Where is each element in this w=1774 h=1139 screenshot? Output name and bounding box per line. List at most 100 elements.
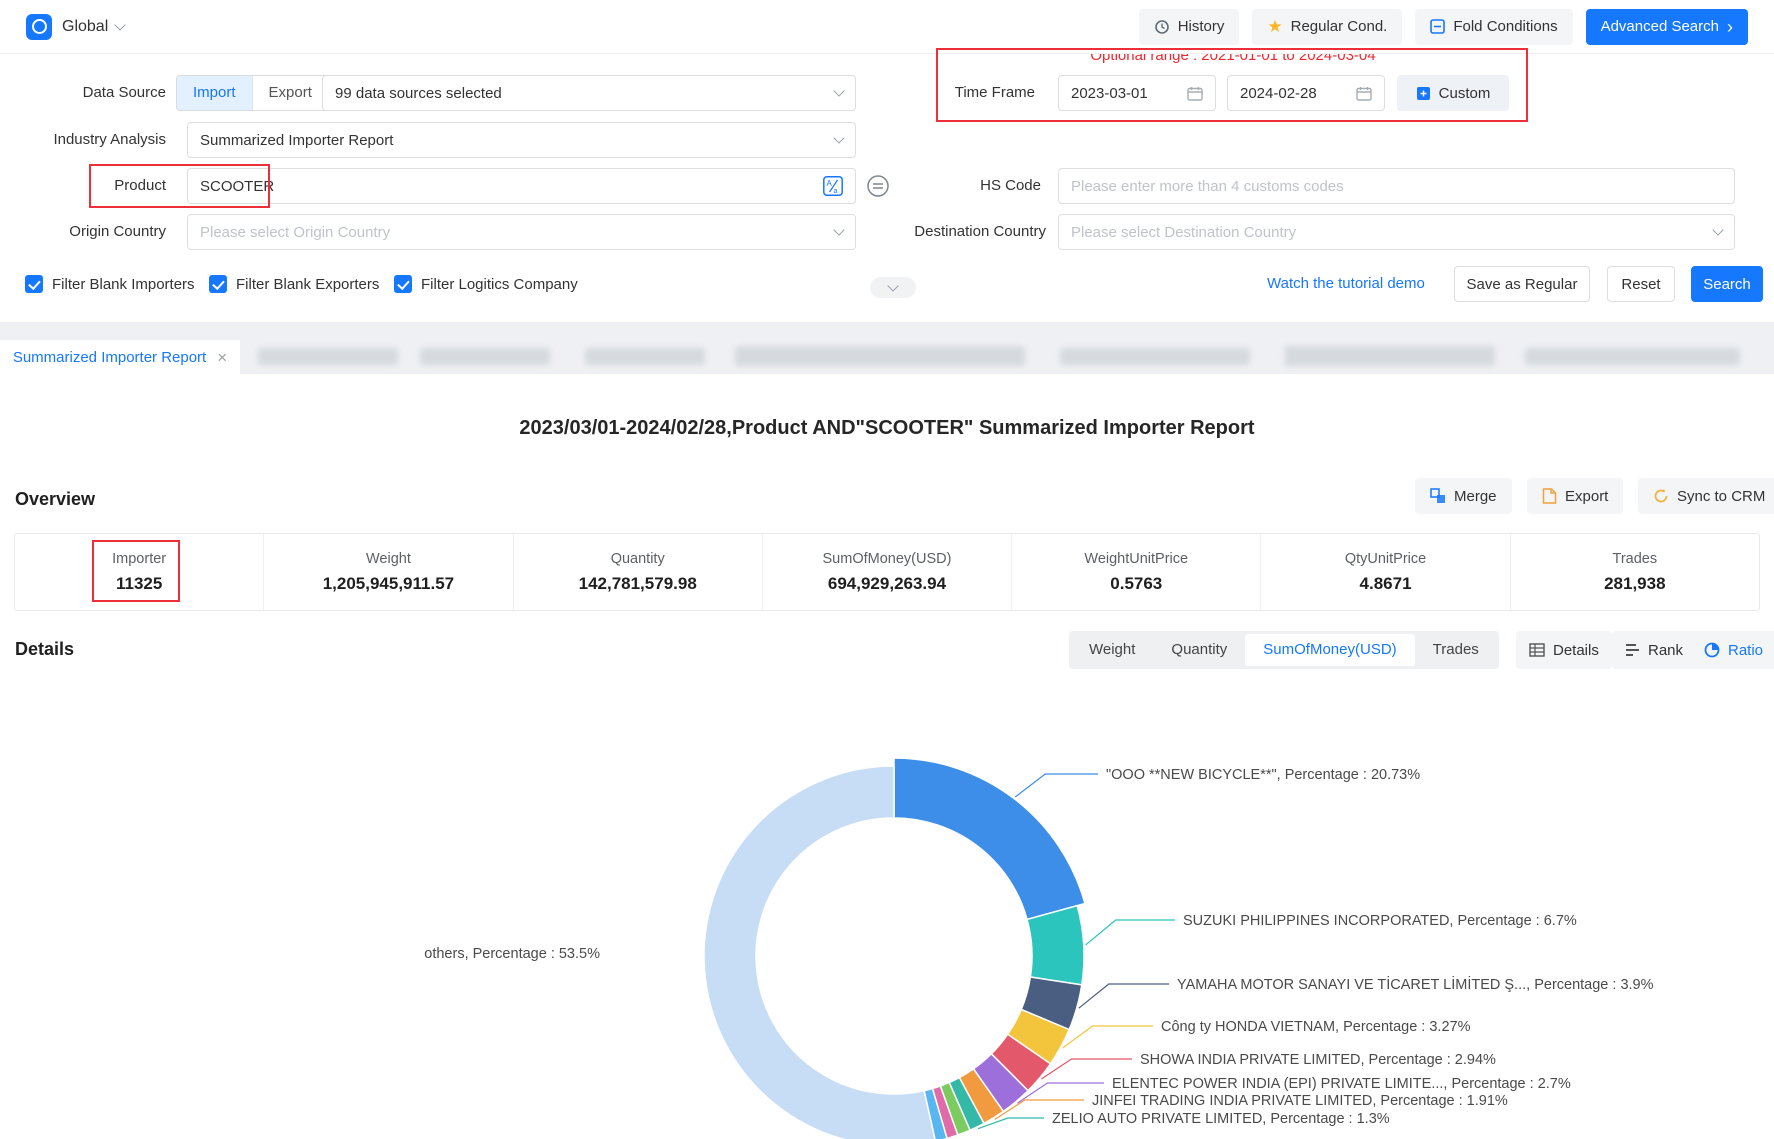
collapse-conditions-button[interactable]	[870, 277, 916, 298]
regular-cond-label: Regular Cond.	[1291, 18, 1388, 35]
filter-blank-importers-checkbox[interactable]: Filter Blank Importers	[25, 275, 195, 293]
industry-analysis-dropdown[interactable]: Summarized Importer Report	[187, 122, 856, 158]
fold-conditions-icon	[1430, 19, 1445, 34]
hs-code-placeholder: Please enter more than 4 customs codes	[1071, 178, 1344, 195]
svg-text:a: a	[834, 188, 838, 195]
app-logo[interactable]	[26, 14, 52, 40]
pie-label-5: ELENTEC POWER INDIA (EPI) PRIVATE LIMITE…	[1112, 1076, 1571, 1092]
chevron-down-icon	[833, 85, 844, 96]
sync-to-crm-button[interactable]: Sync to CRM	[1638, 478, 1774, 514]
regular-cond-button[interactable]: ★ Regular Cond.	[1252, 9, 1402, 45]
industry-analysis-value: Summarized Importer Report	[200, 132, 393, 149]
filter-label: Filter Blank Importers	[52, 276, 195, 293]
metric-tab-quantity[interactable]: Quantity	[1153, 634, 1245, 666]
destination-country-dropdown[interactable]: Please select Destination Country	[1058, 214, 1735, 250]
merge-icon	[1430, 488, 1446, 504]
view-tab-rank[interactable]: Rank	[1612, 631, 1696, 669]
origin-country-dropdown[interactable]: Please select Origin Country	[187, 214, 856, 250]
tab-summarized-importer-report[interactable]: Summarized Importer Report ×	[0, 340, 240, 374]
fold-conditions-button[interactable]: Fold Conditions	[1415, 9, 1572, 45]
metric-tab-weight[interactable]: Weight	[1071, 634, 1153, 666]
hs-code-input[interactable]: Please enter more than 4 customs codes	[1058, 168, 1735, 204]
blurred-content	[735, 346, 1025, 366]
top-bar: Global History ★ Regular Cond. Fold Cond…	[0, 0, 1774, 54]
stat-qty-unit-price[interactable]: QtyUnitPrice4.8671	[1260, 534, 1509, 610]
checkbox-checked-icon	[394, 275, 412, 293]
pie-slice-1[interactable]	[1027, 906, 1084, 985]
date-to-input[interactable]: 2024-02-28	[1227, 75, 1385, 111]
pie-label-line-1	[1086, 920, 1175, 945]
stat-quantity[interactable]: Quantity142,781,579.98	[513, 534, 762, 610]
calendar-icon	[1356, 86, 1372, 101]
fold-conditions-label: Fold Conditions	[1453, 18, 1557, 35]
origin-country-label: Origin Country	[0, 214, 166, 250]
save-as-regular-button[interactable]: Save as Regular	[1454, 266, 1590, 302]
merge-label: Merge	[1454, 488, 1497, 505]
pie-label-7: ZELIO AUTO PRIVATE LIMITED, Percentage :…	[1052, 1111, 1390, 1127]
calendar-icon	[1187, 86, 1203, 101]
advanced-search-button[interactable]: Advanced Search ›	[1586, 9, 1748, 45]
metric-tab-sum-of-money[interactable]: SumOfMoney(USD)	[1245, 634, 1414, 666]
translate-icon[interactable]: Aa	[823, 176, 843, 196]
product-label: Product	[0, 168, 166, 204]
details-heading: Details	[15, 639, 74, 660]
blurred-content	[585, 348, 705, 365]
merge-button[interactable]: Merge	[1415, 478, 1512, 514]
blurred-content	[258, 348, 398, 365]
search-button[interactable]: Search	[1691, 266, 1763, 302]
date-from-value: 2023-03-01	[1071, 85, 1148, 102]
history-button[interactable]: History	[1139, 9, 1240, 45]
chevron-right-icon: ›	[1727, 18, 1733, 36]
close-icon[interactable]: ×	[217, 349, 227, 366]
stat-trades[interactable]: Trades281,938	[1510, 534, 1759, 610]
hs-code-label: HS Code	[875, 168, 1041, 204]
blurred-content	[420, 348, 550, 365]
blurred-content	[1285, 346, 1495, 366]
pie-label-11: others, Percentage : 53.5%	[424, 946, 600, 962]
stat-weight-unit-price[interactable]: WeightUnitPrice0.5763	[1011, 534, 1260, 610]
data-source-label: Data Source	[0, 75, 166, 111]
sync-icon	[1653, 488, 1669, 504]
pie-label-0: "OOO **NEW BICYCLE**", Percentage : 20.7…	[1106, 767, 1420, 783]
data-sources-value: 99 data sources selected	[335, 85, 502, 102]
export-toggle[interactable]: Export	[252, 76, 328, 110]
rank-icon	[1625, 643, 1640, 657]
export-button[interactable]: Export	[1527, 478, 1623, 514]
stat-importer[interactable]: Importer11325	[15, 534, 263, 610]
product-input[interactable]: SCOOTER Aa	[187, 168, 856, 204]
stat-weight[interactable]: Weight1,205,945,911.57	[263, 534, 512, 610]
filter-logistics-company-checkbox[interactable]: Filter Logitics Company	[394, 275, 578, 293]
custom-label: Custom	[1439, 85, 1491, 102]
pie-slice-11[interactable]	[704, 766, 935, 1139]
export-icon	[1542, 488, 1557, 504]
checkbox-checked-icon	[25, 275, 43, 293]
checkbox-checked-icon	[209, 275, 227, 293]
import-toggle[interactable]: Import	[177, 76, 252, 110]
tutorial-demo-link[interactable]: Watch the tutorial demo	[1267, 266, 1425, 302]
custom-range-button[interactable]: Custom	[1397, 75, 1509, 111]
chevron-down-icon	[115, 19, 126, 30]
product-value: SCOOTER	[200, 178, 274, 195]
pie-label-line-2	[1079, 984, 1169, 1008]
advanced-search-label: Advanced Search	[1601, 18, 1719, 35]
svg-text:A: A	[827, 179, 833, 188]
region-selector[interactable]: Global	[62, 18, 108, 36]
history-label: History	[1178, 18, 1225, 35]
pie-label-line-0	[1015, 774, 1098, 797]
stat-sum-of-money[interactable]: SumOfMoney(USD)694,929,263.94	[762, 534, 1011, 610]
chevron-down-icon	[833, 132, 844, 143]
origin-country-placeholder: Please select Origin Country	[200, 224, 390, 241]
metric-tab-trades[interactable]: Trades	[1415, 634, 1497, 666]
pie-slice-0[interactable]	[894, 758, 1085, 919]
view-tab-details[interactable]: Details	[1516, 631, 1612, 669]
filter-blank-exporters-checkbox[interactable]: Filter Blank Exporters	[209, 275, 379, 293]
importer-ratio-donut-chart[interactable]: "OOO **NEW BICYCLE**", Percentage : 20.7…	[0, 690, 1774, 1139]
view-tab-ratio[interactable]: Ratio	[1691, 631, 1774, 669]
tab-label: Summarized Importer Report	[13, 349, 206, 366]
custom-range-icon	[1416, 86, 1431, 101]
date-from-input[interactable]: 2023-03-01	[1058, 75, 1216, 111]
chevron-down-icon	[1712, 224, 1723, 235]
reset-button[interactable]: Reset	[1607, 266, 1675, 302]
pie-label-1: SUZUKI PHILIPPINES INCORPORATED, Percent…	[1183, 913, 1577, 929]
data-sources-dropdown[interactable]: 99 data sources selected	[322, 75, 856, 111]
